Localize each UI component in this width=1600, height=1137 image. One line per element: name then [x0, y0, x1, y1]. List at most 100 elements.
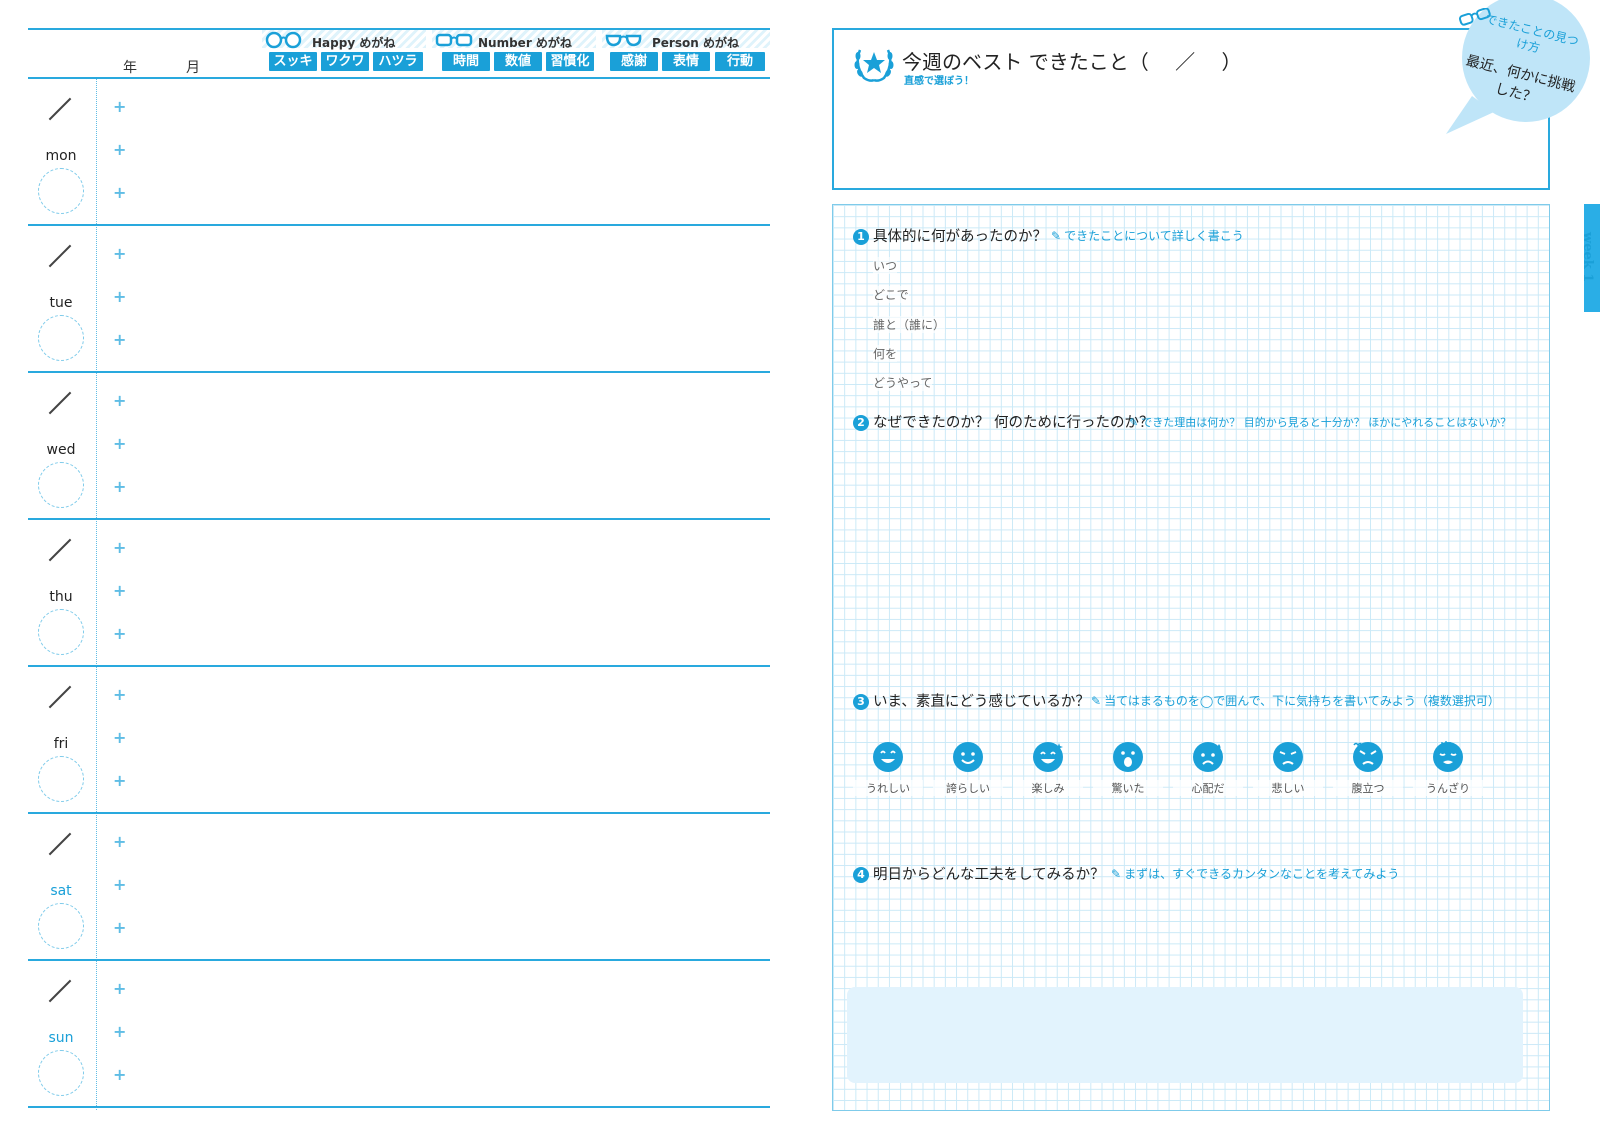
emotion-sad[interactable]: 悲しい	[1253, 741, 1323, 796]
stamp-circle[interactable]	[38, 609, 84, 655]
field-where: どこで	[873, 286, 909, 303]
memo-box[interactable]	[847, 987, 1523, 1083]
glasses-title: Person めがね	[652, 36, 739, 50]
day-row-tue: tue + + +	[28, 226, 770, 373]
emotion-label: 驚いた	[1093, 780, 1163, 796]
bullet-plus: +	[113, 685, 127, 704]
question-number: 2	[853, 415, 869, 431]
tag-hyoujou: 表情	[662, 52, 710, 71]
question-text: 明日からどんな工夫をしてみるか？	[873, 867, 1105, 883]
emotion-fed-up[interactable]: うんざり	[1413, 741, 1483, 796]
laurel-star-icon	[854, 49, 894, 82]
year-label: 年	[123, 60, 137, 76]
smile-face-icon	[873, 742, 903, 772]
emotion-angry[interactable]: 腹立つ	[1333, 741, 1403, 796]
question-1-hint: ✎ できたことについて詳しく書こう	[1051, 229, 1244, 243]
stamp-circle[interactable]	[38, 903, 84, 949]
field-what: 何を	[873, 345, 898, 362]
pencil-icon: ✎	[1091, 694, 1102, 708]
tag-jikan: 時間	[442, 52, 490, 71]
emotion-worried[interactable]: 心配だ	[1173, 741, 1243, 796]
worried-face-icon	[1193, 742, 1223, 772]
stamp-circle[interactable]	[38, 168, 84, 214]
emotion-happy[interactable]: うれしい	[853, 741, 923, 796]
question-number: 4	[853, 867, 869, 883]
question-3: 3 いま、素直にどう感じているか？	[853, 690, 1090, 711]
emotion-label: うんざり	[1413, 780, 1483, 796]
bullet-plus: +	[113, 97, 127, 116]
question-2: 2 なぜできたのか？ 何のために行ったのか？	[853, 411, 1154, 432]
day-name: mon	[45, 148, 77, 164]
tag-suuchi: 数値	[494, 52, 542, 71]
emotion-fun[interactable]: 楽しみ	[1013, 741, 1083, 796]
bullet-plus: +	[113, 624, 127, 643]
date-slash	[48, 391, 72, 415]
bullet-plus: +	[113, 581, 127, 600]
question-number: 1	[853, 229, 869, 245]
best-subtitle: 直感で選ぼう！	[904, 76, 974, 87]
weekly-diary-page: 年 月 Happy めがね スッキリ ワクワク ハツラツ Number めがね …	[0, 0, 790, 1137]
question-text: 具体的に何があったのか？	[873, 229, 1047, 245]
bullet-plus: +	[113, 918, 127, 937]
emotion-label: 腹立つ	[1333, 780, 1403, 796]
bullet-plus: +	[113, 1065, 127, 1084]
date-slash	[48, 97, 72, 121]
number-glasses-group: Number めがね 時間 数値 習慣化	[432, 30, 596, 76]
glasses-title: Happy めがね	[312, 36, 396, 50]
emotion-surprised[interactable]: 驚いた	[1093, 741, 1163, 796]
bullet-plus: +	[113, 728, 127, 747]
month-label: 月	[186, 60, 200, 76]
bullet-plus: +	[113, 330, 127, 349]
question-3-hint: ✎ 当てはまるものを◯で囲んで、下に気持ちを書いてみよう（複数選択可）	[1091, 694, 1500, 708]
glasses-icon	[265, 31, 302, 49]
proud-face-icon	[953, 742, 983, 772]
day-row-thu: thu + + +	[28, 520, 770, 667]
sad-face-icon	[1273, 742, 1303, 772]
bullet-plus: +	[113, 183, 127, 202]
question-1: 1 具体的に何があったのか？	[853, 225, 1047, 246]
bullet-plus: +	[113, 771, 127, 790]
bullet-plus: +	[113, 538, 127, 557]
stamp-circle[interactable]	[38, 315, 84, 361]
bullet-plus: +	[113, 477, 127, 496]
question-text: いま、素直にどう感じているか？	[873, 694, 1090, 710]
question-4: 4 明日からどんな工夫をしてみるか？	[853, 863, 1105, 884]
emotion-proud[interactable]: 誇らしい	[933, 741, 1003, 796]
pencil-icon: ✎	[1129, 416, 1139, 429]
day-name: thu	[49, 589, 73, 605]
glasses-title: Number めがね	[478, 36, 572, 50]
tag-wakuwaku: ワクワク	[321, 52, 369, 88]
bullet-plus: +	[113, 832, 127, 851]
glasses-icon	[605, 34, 642, 47]
fed-up-face-icon	[1433, 741, 1463, 772]
emotion-label: 誇らしい	[933, 780, 1003, 796]
stamp-circle[interactable]	[38, 1050, 84, 1096]
tag-sukkiri: スッキリ	[269, 52, 317, 88]
day-row-sun: sun + + +	[28, 961, 770, 1108]
day-name: fri	[53, 736, 69, 752]
bullet-plus: +	[113, 875, 127, 894]
reflection-grid[interactable]: 1 具体的に何があったのか？ ✎ できたことについて詳しく書こう いつ どこで 誰と…	[832, 204, 1550, 1111]
reflection-page: 今週のベスト できたこと（ ／ ） 直感で選ぼう！ できたことの見つけ方 最近、…	[808, 0, 1600, 1137]
date-slash	[48, 538, 72, 562]
best-title: 今週のベスト できたこと（ ／ ）	[902, 50, 1242, 74]
week-label: week 1	[1580, 232, 1595, 283]
date-slash	[48, 832, 72, 856]
day-name: wed	[46, 442, 76, 458]
bullet-plus: +	[113, 287, 127, 306]
stamp-circle[interactable]	[38, 462, 84, 508]
bullet-plus: +	[113, 391, 127, 410]
emotion-label: 楽しみ	[1013, 780, 1083, 796]
date-slash	[48, 979, 72, 1003]
tag-kansha: 感謝	[610, 52, 658, 71]
question-4-hint: ✎ まずは、すぐできるカンタンなことを考えてみよう	[1111, 867, 1400, 881]
bullet-plus: +	[113, 140, 127, 159]
angry-face-icon	[1353, 742, 1383, 772]
tag-koudou: 行動	[715, 52, 765, 71]
question-number: 3	[853, 694, 869, 710]
glasses-icon	[435, 33, 473, 47]
day-row-mon: mon + + +	[28, 79, 770, 226]
day-name: sun	[48, 1030, 74, 1046]
stamp-circle[interactable]	[38, 756, 84, 802]
day-row-fri: fri + + +	[28, 667, 770, 814]
